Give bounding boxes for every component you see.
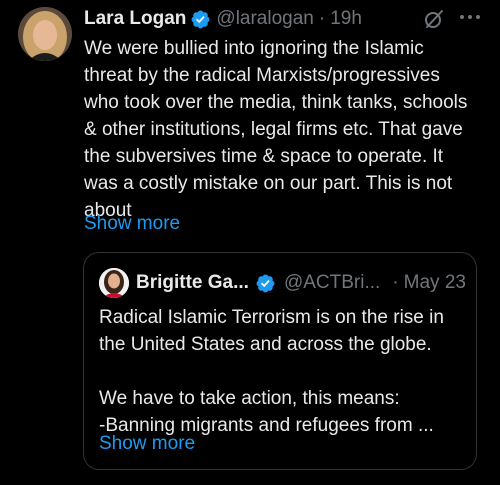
quoted-author-name[interactable]: Brigitte Ga... <box>136 272 249 294</box>
quoted-author-avatar[interactable] <box>99 268 129 298</box>
quoted-tweet-timestamp[interactable]: May 23 <box>404 272 466 294</box>
quoted-tweet-text: Radical Islamic Terrorism is on the rise… <box>99 307 444 436</box>
more-options-icon[interactable] <box>455 4 485 30</box>
quoted-show-more-link[interactable]: Show more <box>99 430 195 457</box>
author-handle[interactable]: @laralogan <box>216 8 313 30</box>
tweet-header: Lara Logan @laralogan · 19h <box>84 6 480 32</box>
separator-dot: · <box>318 8 326 29</box>
tweet-text: We were bullied into ignoring the Islami… <box>84 38 468 221</box>
show-more-link[interactable]: Show more <box>84 210 180 237</box>
grok-icon[interactable] <box>424 9 444 29</box>
tweet[interactable]: Lara Logan @laralogan · 19h We were bull… <box>0 0 500 485</box>
quoted-tweet-header: Brigitte Ga... @ACTBri... · May 23 <box>136 270 466 296</box>
author-avatar[interactable] <box>18 7 72 61</box>
quoted-author-handle[interactable]: @ACTBri... <box>284 272 380 294</box>
author-name[interactable]: Lara Logan <box>84 8 186 30</box>
separator-dot: · <box>392 272 399 293</box>
quoted-tweet[interactable]: Brigitte Ga... @ACTBri... · May 23 Radic… <box>83 252 477 470</box>
verified-badge-icon <box>255 273 276 294</box>
verified-badge-icon <box>190 9 211 30</box>
tweet-timestamp[interactable]: 19h <box>330 8 362 30</box>
